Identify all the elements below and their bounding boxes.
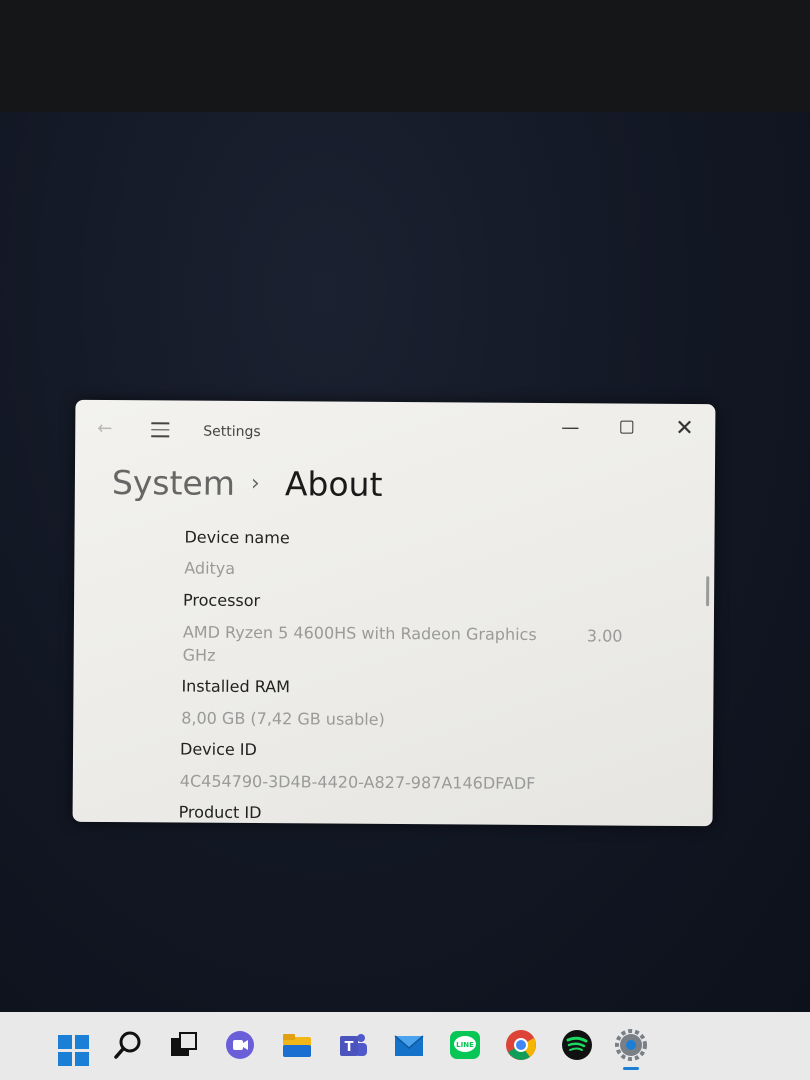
spotify-icon[interactable] bbox=[560, 1028, 594, 1062]
installed-ram-value: 8,00 GB (7,42 GB usable) bbox=[181, 708, 385, 729]
windows-start-icon[interactable] bbox=[58, 1035, 89, 1066]
line-icon[interactable]: LINE bbox=[448, 1028, 482, 1062]
close-button[interactable]: ✕ bbox=[675, 416, 694, 441]
scrollbar-thumb[interactable] bbox=[706, 576, 710, 607]
product-id-label: Product ID bbox=[178, 802, 262, 823]
app-title: Settings bbox=[203, 423, 261, 441]
device-id-value: 4C454790-3D4B-4420-A827-987A146DFADF bbox=[179, 771, 536, 793]
minimize-button[interactable]: — bbox=[561, 417, 579, 438]
search-icon[interactable] bbox=[112, 1028, 146, 1062]
chrome-icon[interactable] bbox=[504, 1028, 538, 1062]
svg-text:T: T bbox=[345, 1040, 354, 1055]
settings-icon[interactable] bbox=[614, 1028, 648, 1062]
processor-speed-unit: GHz bbox=[182, 645, 216, 665]
page-title: About bbox=[284, 464, 383, 504]
breadcrumb-chevron-icon: › bbox=[250, 470, 260, 497]
processor-value: AMD Ryzen 5 4600HS with Radeon Graphics bbox=[182, 622, 537, 644]
device-id-label: Device ID bbox=[179, 739, 257, 760]
device-name-value: Aditya bbox=[184, 558, 236, 578]
processor-speed-value: 3.00 bbox=[586, 626, 623, 646]
installed-ram-label: Installed RAM bbox=[181, 676, 291, 697]
mail-icon[interactable] bbox=[392, 1028, 426, 1062]
back-arrow-icon[interactable]: ← bbox=[97, 418, 112, 439]
file-explorer-icon[interactable] bbox=[280, 1028, 314, 1062]
active-app-indicator bbox=[623, 1067, 639, 1070]
task-view-icon[interactable] bbox=[166, 1028, 200, 1062]
processor-label: Processor bbox=[183, 590, 261, 611]
settings-window: ← Settings — ✕ System › About Device nam… bbox=[72, 399, 716, 827]
breadcrumb-system[interactable]: System bbox=[112, 463, 235, 503]
teams-icon[interactable]: T bbox=[336, 1028, 370, 1062]
hamburger-menu-icon[interactable] bbox=[151, 422, 170, 442]
maximize-button[interactable] bbox=[620, 420, 634, 434]
title-bar: ← Settings — ✕ bbox=[75, 400, 715, 460]
taskbar: T LINE bbox=[0, 1012, 810, 1080]
monitor-bezel bbox=[0, 0, 810, 112]
device-name-label: Device name bbox=[184, 527, 290, 548]
line-icon-label: LINE bbox=[456, 1041, 474, 1049]
chat-icon[interactable] bbox=[223, 1028, 257, 1062]
